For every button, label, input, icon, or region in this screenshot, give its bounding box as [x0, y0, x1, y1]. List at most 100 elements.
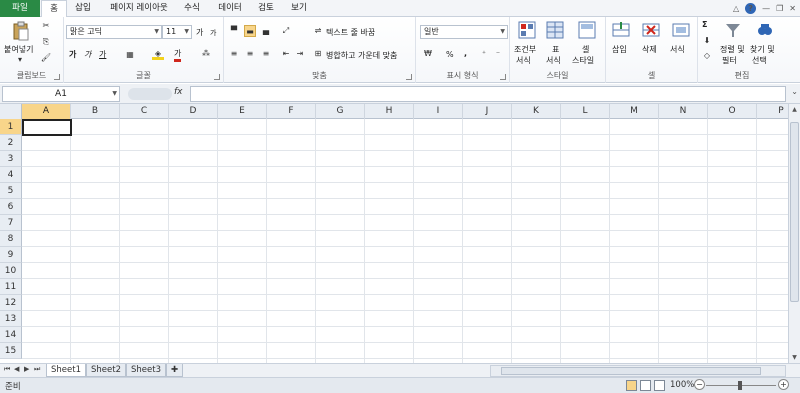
column-header-k[interactable]: K: [512, 104, 561, 119]
row-header-2[interactable]: 2: [0, 135, 22, 151]
align-right-icon[interactable]: ≡: [260, 48, 272, 60]
font-launcher-icon[interactable]: [214, 74, 220, 80]
row-header-7[interactable]: 7: [0, 215, 22, 231]
comma-button[interactable]: ,: [464, 49, 467, 58]
increase-decimal-icon[interactable]: ⁺: [478, 48, 490, 60]
wrap-text-icon[interactable]: ⇌: [312, 25, 324, 37]
increase-indent-icon[interactable]: ⇥: [294, 48, 306, 60]
restore-icon[interactable]: ❐: [776, 4, 783, 13]
decrease-indent-icon[interactable]: ⇤: [280, 48, 292, 60]
align-left-icon[interactable]: ≡: [228, 48, 240, 60]
align-center-icon[interactable]: ≡: [244, 48, 256, 60]
minimize-icon[interactable]: —: [762, 4, 770, 13]
decrease-decimal-icon[interactable]: ⁻: [492, 48, 504, 60]
insert-cells-button[interactable]: 삽입: [612, 44, 627, 55]
help-icon[interactable]: ?: [745, 3, 757, 14]
italic-button[interactable]: 가: [84, 49, 91, 60]
column-header-a[interactable]: A: [22, 104, 71, 119]
tab-insert[interactable]: 삽입: [70, 0, 96, 17]
paste-dropdown-icon[interactable]: ▾: [14, 54, 26, 66]
column-header-i[interactable]: I: [414, 104, 463, 119]
tab-data[interactable]: 데이터: [213, 0, 247, 17]
row-header-9[interactable]: 9: [0, 247, 22, 263]
merge-center-icon[interactable]: ⊞: [312, 48, 324, 60]
vertical-scroll-thumb[interactable]: [790, 122, 799, 302]
insert-sheet-button[interactable]: ✚: [166, 364, 184, 377]
sheet-tab-3[interactable]: Sheet3: [126, 364, 166, 377]
delete-cells-button[interactable]: 삭제: [642, 44, 657, 55]
insert-function-icon[interactable]: fx: [174, 87, 183, 97]
cut-icon[interactable]: ✂: [40, 20, 52, 32]
worksheet-grid[interactable]: ABCDEFGHIJKLMNOP 1 2 3 4 5 6 7 8 9 10 11 12 13 14 15: [0, 104, 788, 363]
format-as-table-button[interactable]: 표: [552, 44, 559, 55]
wrap-text-button[interactable]: 텍스트 줄 바꿈: [326, 27, 375, 38]
row-header-6[interactable]: 6: [0, 199, 22, 215]
sheet-tab-1[interactable]: Sheet1: [46, 364, 86, 377]
format-painter-icon[interactable]: 🖌: [40, 52, 52, 64]
font-size-combo[interactable]: 11 ▼: [162, 25, 192, 39]
row-header-11[interactable]: 11: [0, 279, 22, 295]
shrink-font-button[interactable]: 가: [210, 28, 216, 38]
find-select-icon[interactable]: [756, 21, 774, 39]
format-as-table-icon[interactable]: [546, 21, 564, 39]
cell-styles-button[interactable]: 셀: [582, 44, 589, 55]
column-header-h[interactable]: H: [365, 104, 414, 119]
clipboard-launcher-icon[interactable]: [54, 74, 60, 80]
autosum-button[interactable]: Σ: [702, 20, 707, 29]
row-header-15[interactable]: 15: [0, 343, 22, 359]
font-name-combo[interactable]: 맑은 고딕 ▼: [66, 25, 162, 39]
sheet-tab-2[interactable]: Sheet2: [86, 364, 126, 377]
cell-styles-icon[interactable]: [578, 21, 596, 39]
copy-icon[interactable]: ⎘: [40, 36, 52, 48]
last-sheet-icon[interactable]: ⏭: [34, 365, 40, 374]
select-all-button[interactable]: [0, 104, 22, 119]
scroll-down-icon[interactable]: ▼: [789, 354, 800, 361]
minimize-ribbon-icon[interactable]: △: [733, 4, 739, 13]
underline-button[interactable]: 가: [99, 49, 106, 60]
column-header-g[interactable]: G: [316, 104, 365, 119]
merge-center-button[interactable]: 병합하고 가운데 맞춤: [326, 50, 397, 61]
zoom-in-button[interactable]: +: [778, 379, 789, 390]
clear-icon[interactable]: ◇: [701, 50, 713, 62]
next-sheet-icon[interactable]: ▶: [24, 365, 29, 373]
page-layout-view-icon[interactable]: [640, 380, 651, 391]
zoom-slider-knob[interactable]: [738, 381, 742, 390]
format-cells-icon[interactable]: [672, 21, 690, 39]
alignment-launcher-icon[interactable]: [406, 74, 412, 80]
row-header-4[interactable]: 4: [0, 167, 22, 183]
phonetic-icon[interactable]: ⁂: [200, 48, 212, 60]
align-top-icon[interactable]: ▀: [228, 25, 240, 37]
align-middle-icon[interactable]: ▬: [244, 25, 256, 37]
zoom-out-button[interactable]: −: [694, 379, 705, 390]
tab-home[interactable]: 홈: [41, 0, 67, 18]
cells-area[interactable]: [22, 119, 788, 363]
zoom-level[interactable]: 100%: [670, 380, 694, 390]
vertical-scrollbar[interactable]: ▲ ▼: [788, 104, 800, 363]
sort-filter-button[interactable]: 정렬 및: [720, 44, 745, 55]
column-header-m[interactable]: M: [610, 104, 659, 119]
horizontal-scroll-thumb[interactable]: [501, 367, 761, 375]
active-cell-a1[interactable]: [22, 119, 72, 136]
tab-page-layout[interactable]: 페이지 레이아웃: [104, 0, 174, 17]
first-sheet-icon[interactable]: ⏮: [4, 365, 10, 374]
column-header-b[interactable]: B: [71, 104, 120, 119]
font-color-button[interactable]: 가: [174, 48, 182, 62]
expand-formula-bar-icon[interactable]: ⌄: [791, 87, 798, 96]
fill-icon[interactable]: ⬇: [701, 35, 713, 47]
column-header-f[interactable]: F: [267, 104, 316, 119]
column-header-l[interactable]: L: [561, 104, 610, 119]
horizontal-scrollbar[interactable]: [490, 365, 786, 377]
name-box[interactable]: A1 ▼: [2, 86, 120, 102]
number-launcher-icon[interactable]: [500, 74, 506, 80]
align-bottom-icon[interactable]: ▄: [260, 25, 272, 37]
row-header-8[interactable]: 8: [0, 231, 22, 247]
find-select-button[interactable]: 찾기 및: [750, 44, 775, 55]
column-header-d[interactable]: D: [169, 104, 218, 119]
tab-formulas[interactable]: 수식: [180, 0, 204, 17]
column-header-p[interactable]: P: [757, 104, 788, 119]
tab-review[interactable]: 검토: [254, 0, 278, 17]
tab-file[interactable]: 파일: [0, 0, 40, 17]
normal-view-icon[interactable]: [626, 380, 637, 391]
paste-icon[interactable]: [12, 21, 30, 41]
column-header-o[interactable]: O: [708, 104, 757, 119]
